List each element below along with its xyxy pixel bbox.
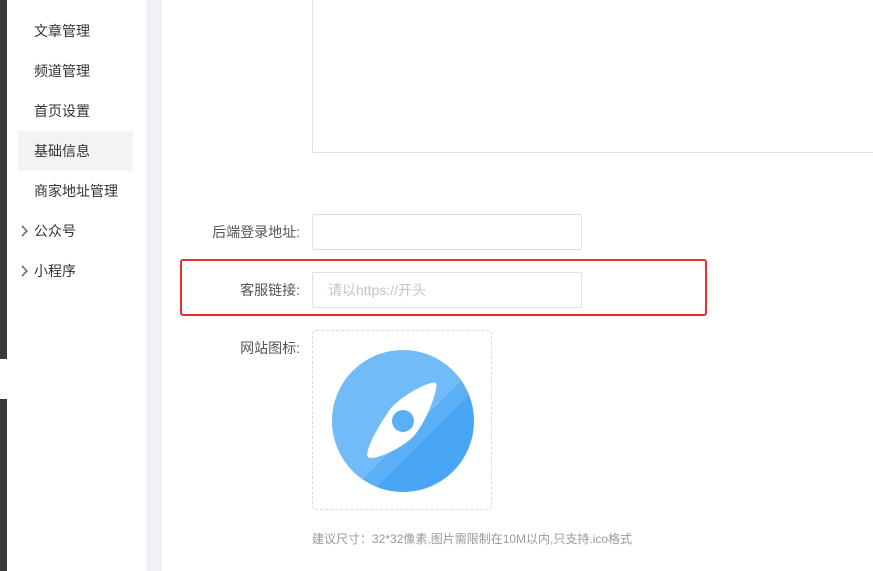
textarea-field[interactable] — [312, 0, 873, 153]
compass-icon — [332, 350, 474, 492]
service-link-label: 客服链接: — [240, 282, 300, 298]
left-edge-bar-lower — [0, 399, 7, 571]
site-icon-label: 网站图标: — [240, 340, 300, 356]
sidebar-group-label: 小程序 — [34, 263, 76, 279]
sidebar-item-merchant-address[interactable]: 商家地址管理 — [18, 171, 133, 211]
site-icon-hint: 建议尺寸：32*32像素,图片需限制在10M以内,只支持.ico格式 — [312, 532, 633, 546]
chevron-right-icon — [19, 211, 31, 251]
sidebar-group-label: 公众号 — [34, 223, 76, 239]
login-url-input[interactable] — [312, 214, 582, 250]
sidebar-item-label: 首页设置 — [34, 103, 90, 119]
chevron-right-icon — [19, 251, 31, 291]
sidebar-item-homepage-settings[interactable]: 首页设置 — [18, 91, 133, 131]
sidebar-item-label: 文章管理 — [34, 23, 90, 39]
sidebar-item-label: 基础信息 — [34, 143, 90, 159]
sidebar: 文章管理 频道管理 首页设置 基础信息 商家地址管理 公众号 小程序 — [7, 0, 146, 571]
sidebar-item-label: 商家地址管理 — [34, 183, 118, 199]
site-icon-upload[interactable] — [312, 330, 492, 510]
login-url-label: 后端登录地址: — [212, 224, 300, 240]
sidebar-item-channels[interactable]: 频道管理 — [18, 51, 133, 91]
sidebar-item-articles[interactable]: 文章管理 — [18, 11, 133, 51]
left-edge-bar — [0, 0, 7, 359]
service-link-input[interactable] — [312, 272, 582, 308]
sidebar-item-label: 频道管理 — [34, 63, 90, 79]
sidebar-item-basic-info[interactable]: 基础信息 — [18, 131, 133, 171]
